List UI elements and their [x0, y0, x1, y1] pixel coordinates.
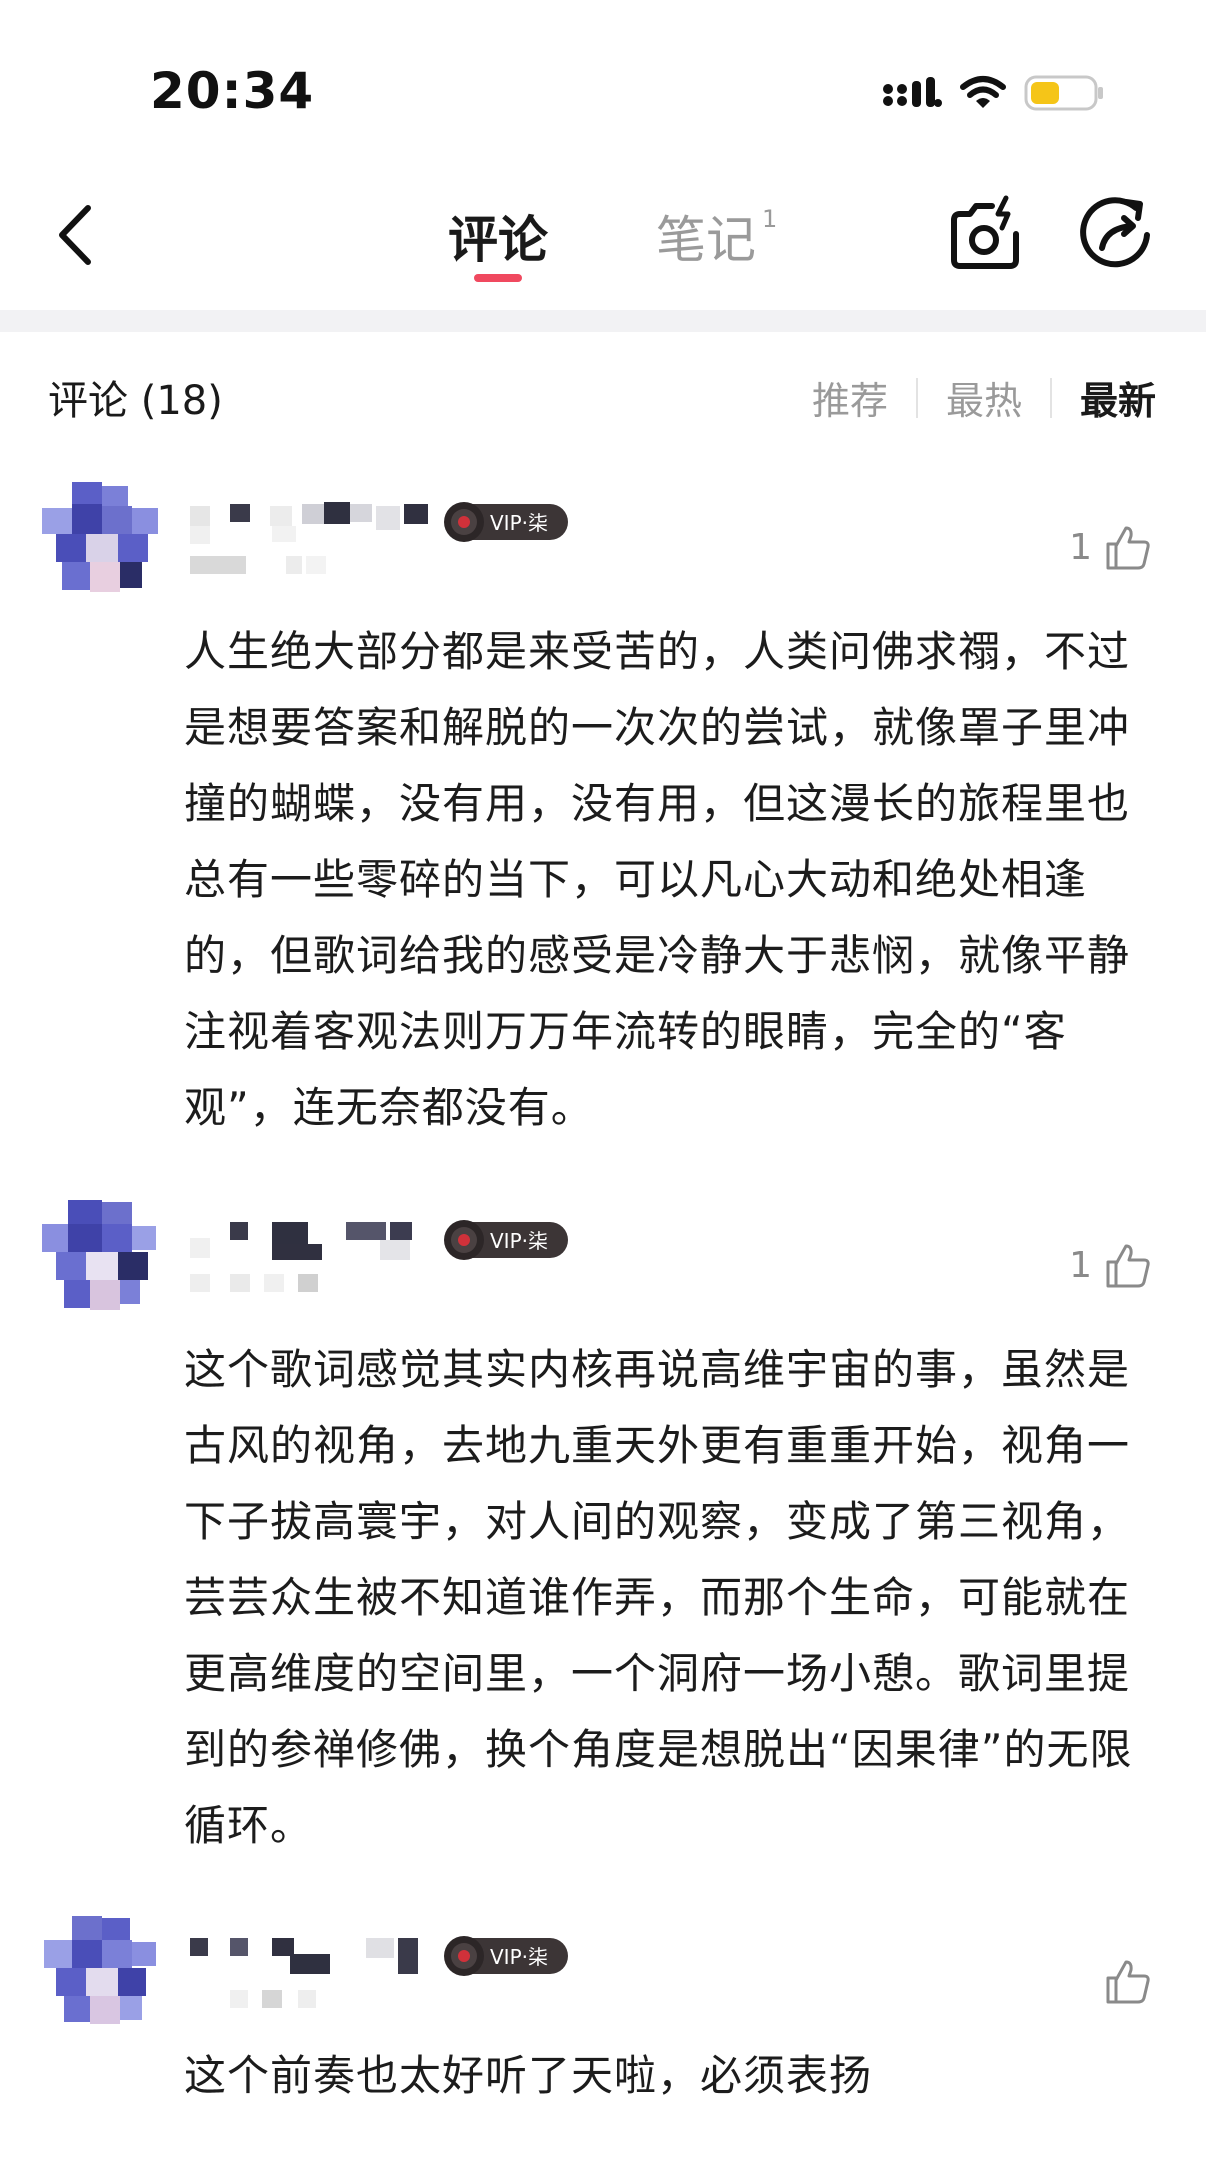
- thumbs-up-icon: [1106, 526, 1150, 570]
- tab-notes-label: 笔记: [656, 211, 756, 269]
- tab-comments[interactable]: 评论: [448, 200, 548, 272]
- section-divider: [0, 310, 1206, 332]
- vip-badge-bg: VIP·柒: [444, 1936, 568, 1976]
- comment-text: 这个歌词感觉其实内核再说高维宇宙的事，虽然是古风的视角，去地九重天外更有重重开始…: [184, 1345, 1133, 1850]
- avatar[interactable]: [42, 482, 158, 592]
- sort-newest[interactable]: 最新: [1052, 370, 1156, 425]
- avatar[interactable]: [42, 1916, 158, 2026]
- active-tab-indicator: [474, 274, 522, 282]
- like-count: 1: [1069, 526, 1092, 568]
- like-button[interactable]: 1: [1069, 522, 1152, 572]
- camera-icon: [951, 195, 1019, 269]
- camera-button[interactable]: [940, 190, 1030, 280]
- wifi-icon: [960, 76, 1006, 108]
- username-redacted[interactable]: [190, 1218, 430, 1262]
- status-icons: [882, 74, 1106, 112]
- tab-comments-label: 评论: [448, 211, 548, 269]
- like-button[interactable]: [1092, 1956, 1152, 2006]
- user-meta-redacted: [190, 1274, 318, 1292]
- comment-count: 评论 (18): [48, 378, 223, 424]
- like-button[interactable]: 1: [1069, 1240, 1152, 1290]
- user-meta-redacted: [230, 1990, 316, 2008]
- battery-icon: [1024, 75, 1103, 111]
- username-redacted[interactable]: [190, 1934, 430, 1978]
- status-time: 20:34: [150, 62, 315, 120]
- user-meta-redacted: [190, 556, 326, 574]
- back-icon: [59, 205, 91, 265]
- share-button[interactable]: [1070, 190, 1160, 280]
- tab-notes-badge: 1: [762, 205, 778, 234]
- vip-badge-label: VIP·柒: [490, 511, 548, 535]
- status-bar: 20:34: [0, 0, 1206, 160]
- top-navigation: 评论 笔记 1: [0, 160, 1206, 310]
- thumbs-up-icon: [1106, 1244, 1150, 1288]
- comments-toolbar: 评论 (18) 推荐 最热 最新: [0, 332, 1206, 452]
- comment-text: 人生绝大部分都是来受苦的，人类问佛求禤，不过是想要答案和解脱的一次次的尝试，就像…: [184, 627, 1131, 1132]
- signal-icon: [883, 77, 942, 107]
- tab-notes[interactable]: 笔记 1: [656, 200, 777, 272]
- share-icon: [1080, 197, 1150, 268]
- sort-hottest[interactable]: 最热: [918, 370, 1050, 425]
- sort-recommended[interactable]: 推荐: [784, 370, 916, 425]
- avatar[interactable]: [42, 1200, 158, 1310]
- vip-badge-label: VIP·柒: [490, 1229, 548, 1253]
- thumbs-up-icon: [1106, 1960, 1150, 2004]
- comment-text: 这个前奏也太好听了天啦，必须表扬: [184, 2051, 873, 2100]
- back-button[interactable]: [40, 190, 120, 280]
- like-count: 1: [1069, 1244, 1092, 1286]
- sort-options: 推荐 最热 最新: [784, 370, 1156, 425]
- vip-badge-bg: VIP·柒: [444, 1220, 568, 1260]
- vip-badge-label: VIP·柒: [490, 1945, 548, 1969]
- vip-badge-bg: VIP·柒: [444, 502, 568, 542]
- username-redacted[interactable]: [190, 500, 430, 544]
